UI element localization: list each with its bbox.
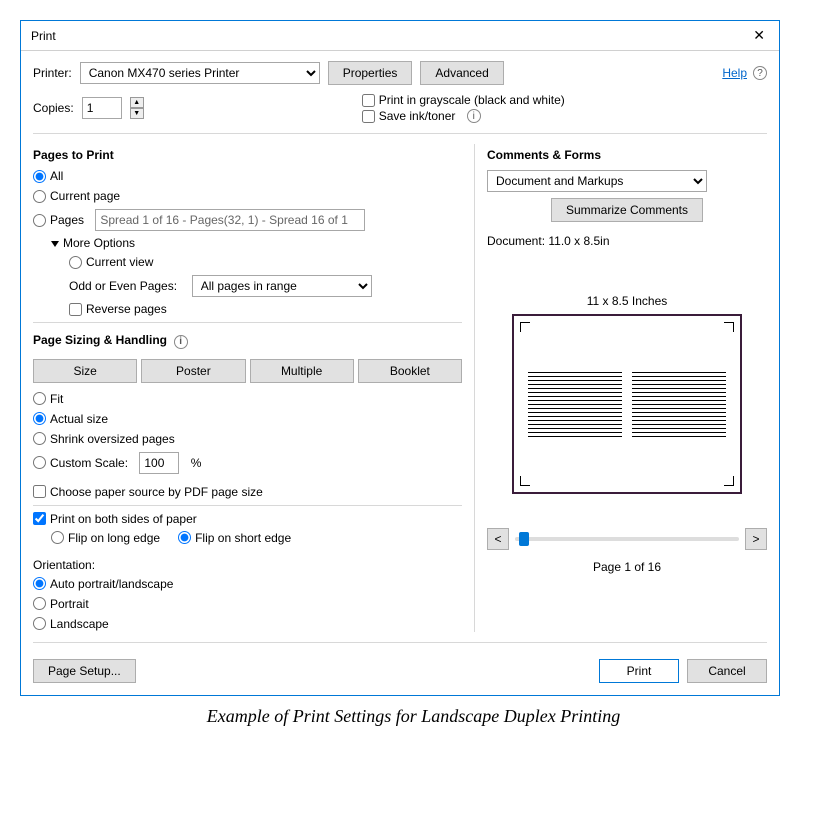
prev-page-button[interactable]: < <box>487 528 509 550</box>
tab-size[interactable]: Size <box>33 359 137 383</box>
pages-radio[interactable] <box>33 214 46 227</box>
chevron-down-icon <box>51 241 59 247</box>
landscape-radio[interactable] <box>33 617 46 630</box>
window-title: Print <box>31 29 56 43</box>
orientation-label: Orientation: <box>33 558 462 572</box>
reverse-checkbox[interactable] <box>69 303 82 316</box>
papersource-label: Choose paper source by PDF page size <box>50 485 263 499</box>
print-preview <box>512 314 742 494</box>
preview-size-label: 11 x 8.5 Inches <box>487 294 767 308</box>
crop-mark-icon <box>724 322 734 332</box>
tab-multiple[interactable]: Multiple <box>250 359 354 383</box>
tab-poster[interactable]: Poster <box>141 359 245 383</box>
auto-orient-label: Auto portrait/landscape <box>50 577 173 591</box>
custom-scale-input[interactable] <box>139 452 179 474</box>
grayscale-checkbox[interactable] <box>362 94 375 107</box>
close-icon[interactable]: ✕ <box>749 27 769 44</box>
advanced-button[interactable]: Advanced <box>420 61 503 85</box>
shrink-label: Shrink oversized pages <box>50 432 175 446</box>
currentpage-label: Current page <box>50 189 120 203</box>
properties-button[interactable]: Properties <box>328 61 413 85</box>
page-slider[interactable] <box>515 537 739 541</box>
pages-range-input[interactable] <box>95 209 365 231</box>
print-dialog: Print ✕ Printer: Canon MX470 series Prin… <box>20 20 780 696</box>
saveink-checkbox[interactable] <box>362 110 375 123</box>
reverse-label: Reverse pages <box>86 302 167 316</box>
tab-booklet[interactable]: Booklet <box>358 359 462 383</box>
summarize-button[interactable]: Summarize Comments <box>551 198 703 222</box>
oddeven-label: Odd or Even Pages: <box>69 279 177 293</box>
document-size-label: Document: 11.0 x 8.5in <box>487 234 767 248</box>
comments-select[interactable]: Document and Markups <box>487 170 707 192</box>
pages-heading: Pages to Print <box>33 148 462 162</box>
shrink-radio[interactable] <box>33 432 46 445</box>
copies-input[interactable] <box>82 97 122 119</box>
fit-label: Fit <box>50 392 63 406</box>
page-setup-button[interactable]: Page Setup... <box>33 659 136 683</box>
next-page-button[interactable]: > <box>745 528 767 550</box>
printer-select[interactable]: Canon MX470 series Printer <box>80 62 320 84</box>
actual-label: Actual size <box>50 412 108 426</box>
saveink-label: Save ink/toner <box>379 109 456 123</box>
printer-label: Printer: <box>33 66 72 80</box>
saveink-info-icon[interactable]: i <box>467 109 481 123</box>
custom-label: Custom Scale: <box>50 456 128 470</box>
duplex-checkbox[interactable] <box>33 512 46 525</box>
currentview-radio[interactable] <box>69 256 82 269</box>
papersource-checkbox[interactable] <box>33 485 46 498</box>
spin-up-icon[interactable]: ▲ <box>130 97 144 108</box>
pages-label: Pages <box>50 213 84 227</box>
help-link[interactable]: Help <box>722 66 747 80</box>
all-label: All <box>50 169 63 183</box>
portrait-radio[interactable] <box>33 597 46 610</box>
oddeven-select[interactable]: All pages in range <box>192 275 372 297</box>
grayscale-label: Print in grayscale (black and white) <box>379 93 565 107</box>
flip-long-label: Flip on long edge <box>68 531 160 545</box>
print-button[interactable]: Print <box>599 659 679 683</box>
custom-radio[interactable] <box>33 456 46 469</box>
currentpage-radio[interactable] <box>33 190 46 203</box>
crop-mark-icon <box>520 476 530 486</box>
fit-radio[interactable] <box>33 392 46 405</box>
titlebar: Print ✕ <box>21 21 779 51</box>
crop-mark-icon <box>520 322 530 332</box>
figure-caption: Example of Print Settings for Landscape … <box>20 706 807 727</box>
more-options-toggle[interactable]: More Options <box>51 236 462 250</box>
crop-mark-icon <box>724 476 734 486</box>
all-radio[interactable] <box>33 170 46 183</box>
spin-down-icon[interactable]: ▼ <box>130 108 144 119</box>
landscape-label: Landscape <box>50 617 109 631</box>
help-info-icon[interactable]: ? <box>753 66 767 80</box>
copies-spinner[interactable]: ▲ ▼ <box>130 97 144 119</box>
page-indicator: Page 1 of 16 <box>487 560 767 574</box>
currentview-label: Current view <box>86 255 153 269</box>
flip-short-radio[interactable] <box>178 531 191 544</box>
cancel-button[interactable]: Cancel <box>687 659 767 683</box>
copies-label: Copies: <box>33 101 74 115</box>
sizing-heading: Page Sizing & Handling i <box>33 333 462 349</box>
sizing-info-icon[interactable]: i <box>174 335 188 349</box>
duplex-label: Print on both sides of paper <box>50 512 197 526</box>
slider-thumb-icon[interactable] <box>519 532 529 546</box>
portrait-label: Portrait <box>50 597 89 611</box>
flip-short-label: Flip on short edge <box>195 531 291 545</box>
flip-long-radio[interactable] <box>51 531 64 544</box>
auto-orient-radio[interactable] <box>33 577 46 590</box>
actual-radio[interactable] <box>33 412 46 425</box>
comments-heading: Comments & Forms <box>487 148 767 162</box>
